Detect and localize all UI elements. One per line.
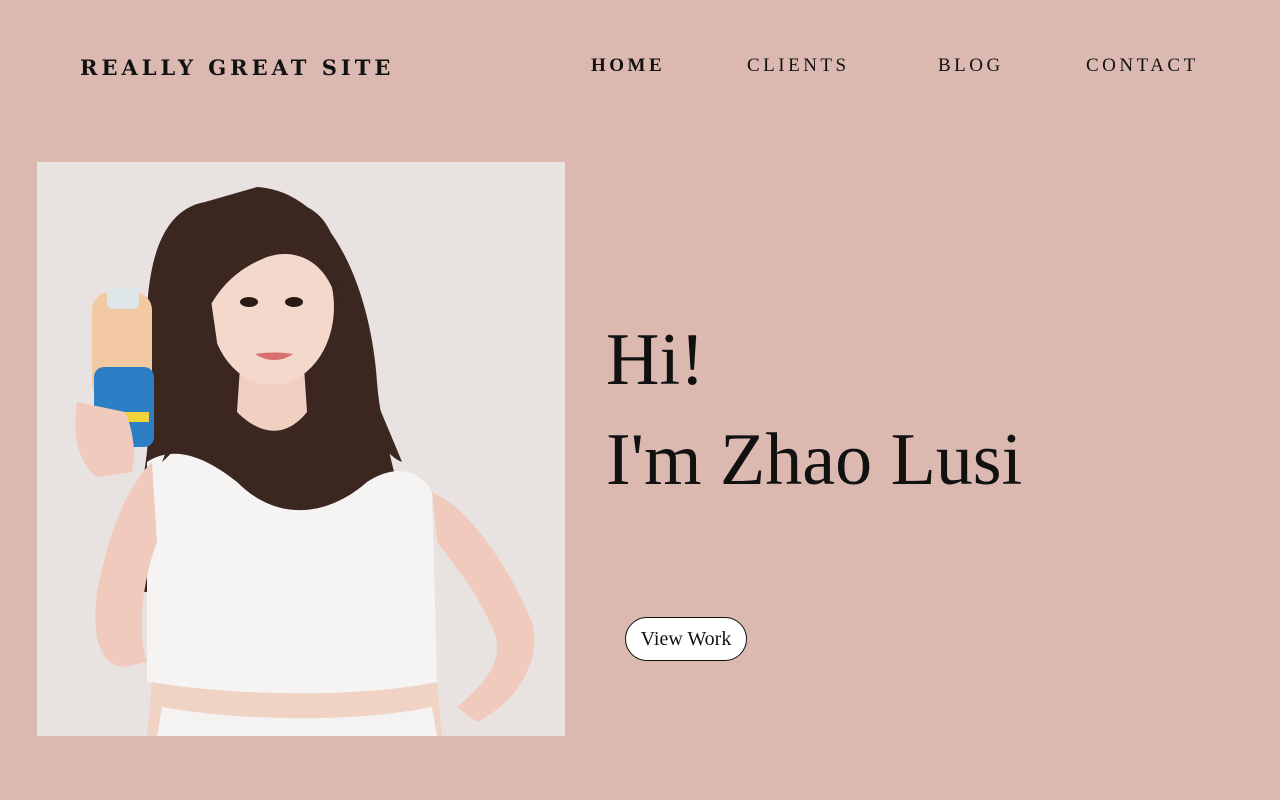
greeting-line-hi: Hi! <box>606 319 705 401</box>
hero-greeting: Hi! I'm Zhao Lusi <box>606 310 1022 510</box>
greeting-line-name: I'm Zhao Lusi <box>606 419 1023 501</box>
nav-item-home[interactable]: HOME <box>591 55 665 77</box>
nav-item-contact[interactable]: CONTACT <box>1086 55 1199 77</box>
nav-item-blog[interactable]: BLOG <box>938 55 1004 77</box>
portrait-illustration <box>37 162 565 736</box>
view-work-button[interactable]: View Work <box>625 617 747 661</box>
nav-item-clients[interactable]: CLIENTS <box>747 55 850 77</box>
hero-portrait-photo <box>37 162 565 736</box>
main-nav: HOME CLIENTS BLOG CONTACT <box>0 55 1280 85</box>
page: REALLY GREAT SITE HOME CLIENTS BLOG CONT… <box>0 0 1280 800</box>
